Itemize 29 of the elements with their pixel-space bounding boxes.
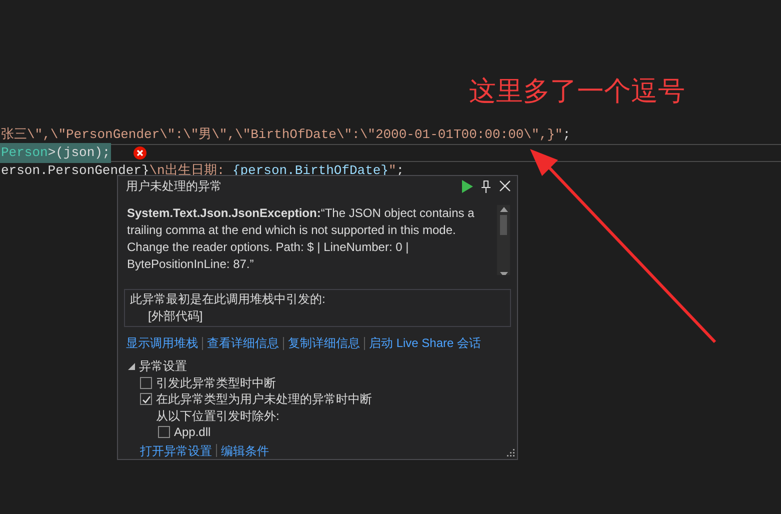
call-stack-heading: 此异常最初是在此调用堆栈中引发的: [130, 291, 326, 308]
popup-link[interactable]: 查看详细信息 [207, 334, 279, 352]
pin-icon[interactable] [481, 180, 491, 193]
checkbox[interactable] [158, 426, 170, 438]
close-icon[interactable] [499, 180, 511, 192]
annotation-text: 这里多了一个逗号 [469, 75, 685, 109]
exception-message: System.Text.Json.JsonException:“The JSON object contains a trailing comma at the end which is not supported in this mode. Change the reader options. Path: $ | LineNumber: 0 | BytePositionInLine: 87.” [127, 204, 476, 273]
code-line: 张三\",\"PersonGender\":\"男\",\"BirthOfDate\":\"2000-01-01T00:00:00\",}"; [0, 126, 572, 144]
scrollbar[interactable] [497, 204, 510, 275]
popup-link[interactable]: 复制详细信息 [288, 334, 360, 352]
option-label: 在此异常类型为用户未处理的异常时中断 [156, 391, 372, 408]
checkbox[interactable] [140, 376, 152, 389]
scroll-down-icon[interactable] [500, 272, 508, 275]
resize-grip-icon[interactable] [506, 448, 515, 457]
scroll-up-icon[interactable] [500, 206, 508, 212]
settings-link[interactable]: 编辑条件 [221, 442, 269, 459]
popup-link[interactable]: 显示调用堆栈 [126, 334, 198, 352]
popup-title: 用户未处理的异常 [126, 178, 222, 196]
checkbox[interactable] [140, 393, 152, 406]
module-label: App.dll [174, 424, 211, 440]
settings-heading: 异常设置 [139, 358, 187, 374]
call-stack-frame[interactable]: [外部代码] [130, 308, 505, 325]
play-icon[interactable] [462, 180, 473, 193]
expand-icon[interactable] [128, 362, 135, 370]
scroll-thumb[interactable] [500, 214, 507, 235]
option-label: 引发此异常类型时中断 [156, 374, 276, 391]
popup-link[interactable]: 启动 Live Share 会话 [369, 334, 482, 352]
settings-link[interactable]: 打开异常设置 [140, 442, 212, 459]
exception-note: 从以下位置引发时除外: [155, 408, 280, 424]
